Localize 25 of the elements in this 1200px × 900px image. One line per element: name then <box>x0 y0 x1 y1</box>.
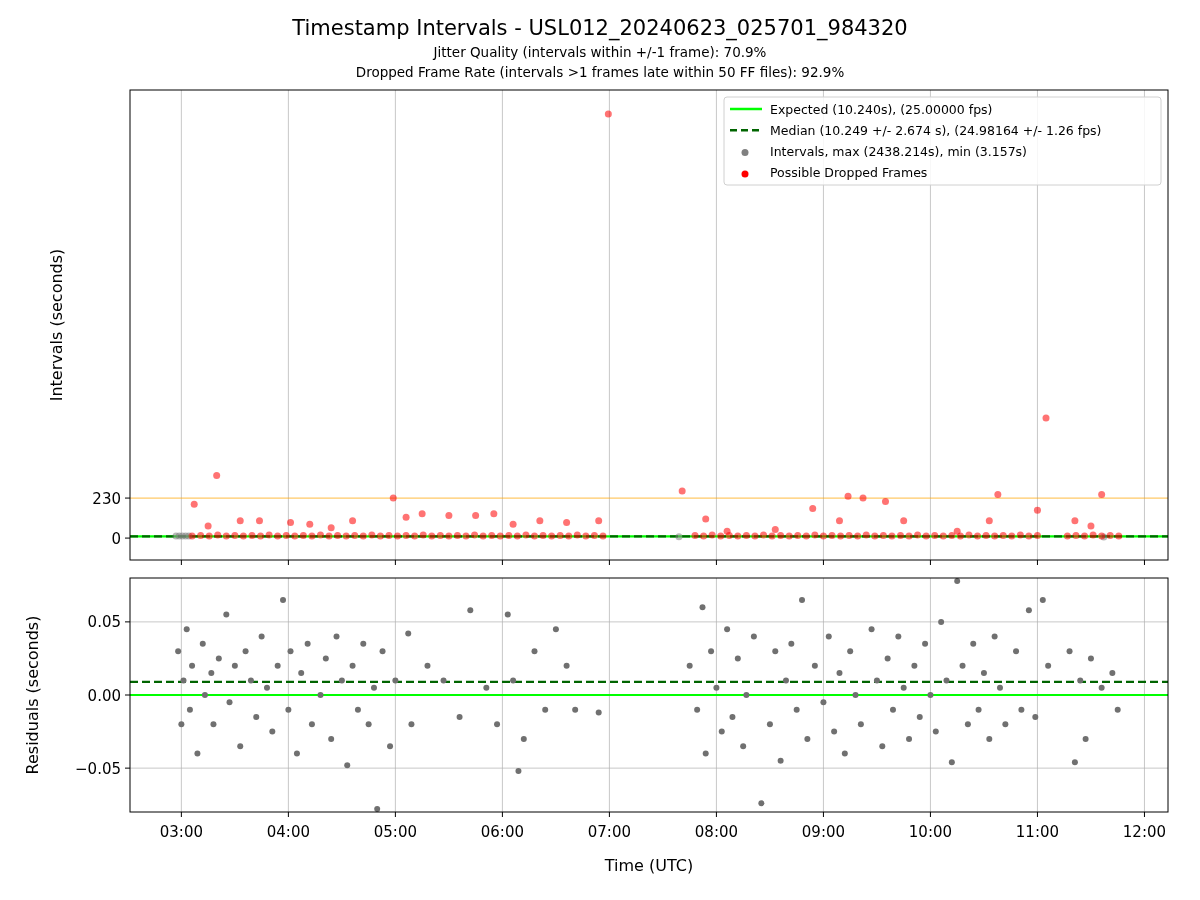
legend-label: Expected (10.240s), (25.00000 fps) <box>770 101 993 117</box>
legend-label: Intervals, max (2438.214s), min (3.157s) <box>770 144 1027 160</box>
tick-label: 08:00 <box>694 823 739 841</box>
tick-label: 230 <box>92 489 121 508</box>
tick-label: 10:00 <box>908 823 953 841</box>
axis-title: Intervals (seconds) <box>47 248 66 402</box>
tick-label: 04:00 <box>266 823 310 841</box>
axis-title: Time (UTC) <box>604 856 694 875</box>
tick-label: −0.05 <box>75 759 121 778</box>
chart-subtitle: Dropped Frame Rate (intervals >1 frames late within 50 FF files): 92.9% <box>355 63 845 82</box>
tick-label: 06:00 <box>480 823 524 841</box>
tick-label: 09:00 <box>801 823 846 841</box>
legend-label: Possible Dropped Frames <box>770 165 928 181</box>
tick-label: 0 <box>111 529 121 548</box>
chart-subtitle: Jitter Quality (intervals within +/-1 frame): 70.9% <box>433 43 767 62</box>
tick-label: 07:00 <box>587 823 631 841</box>
tick-label: 0.00 <box>87 686 121 705</box>
tick-label: 11:00 <box>1015 823 1060 841</box>
axis-title: Residuals (seconds) <box>23 615 42 775</box>
legend-label: Median (10.249 +/- 2.674 s), (24.98164 +/- 1.26 fps) <box>770 122 1102 138</box>
tick-label: 03:00 <box>159 823 203 841</box>
tick-label: 05:00 <box>373 823 417 841</box>
tick-label: 12:00 <box>1122 823 1167 841</box>
tick-label: 0.05 <box>87 613 121 632</box>
chart-title: Timestamp Intervals - USL012_20240623_025701_984320 <box>292 15 908 42</box>
